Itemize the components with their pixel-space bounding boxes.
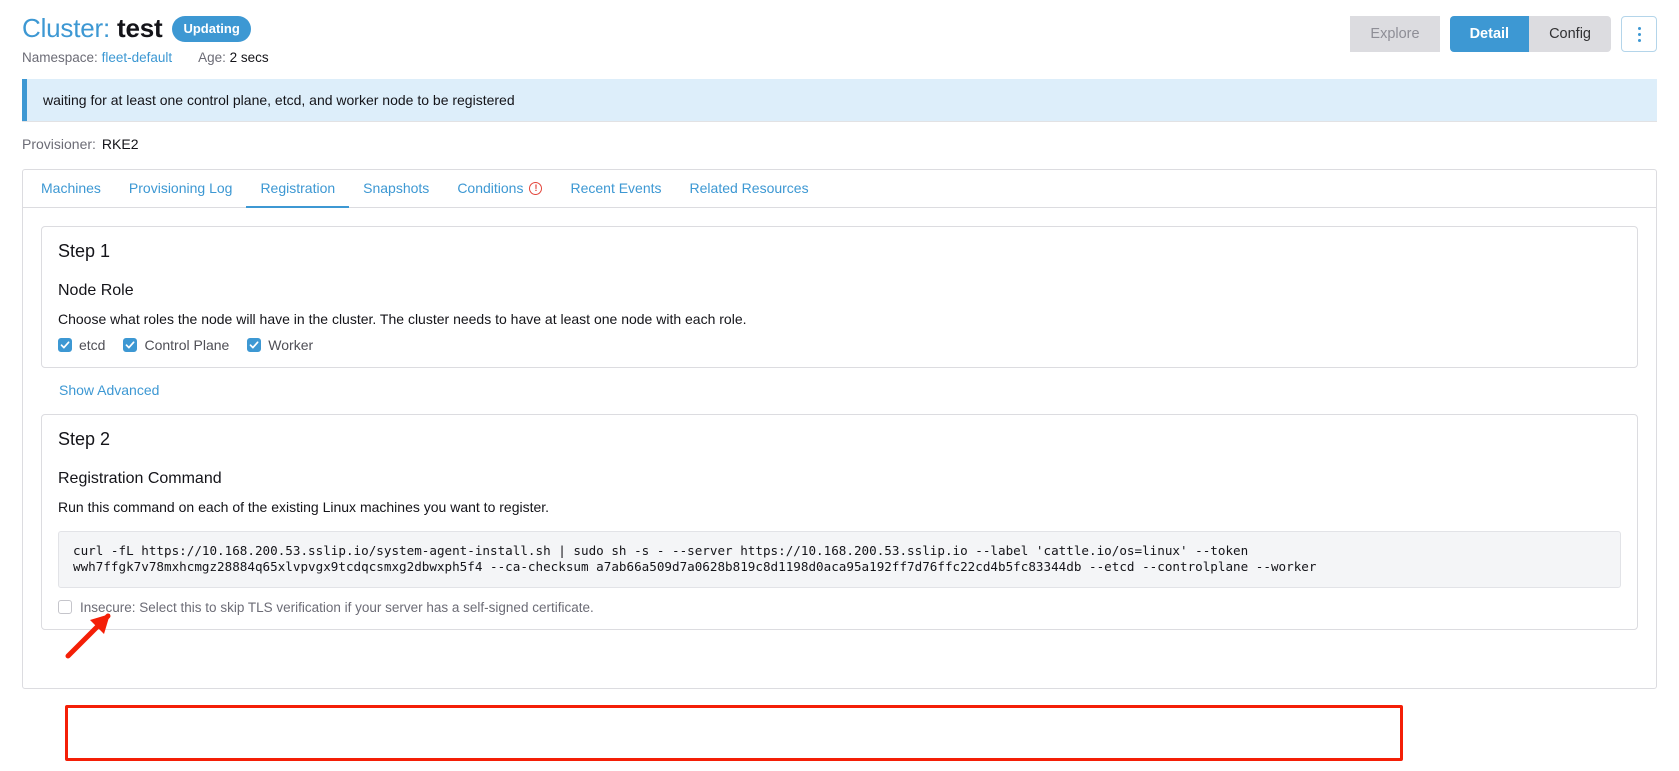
page-title: Cluster: test [22, 13, 163, 43]
namespace-link[interactable]: fleet-default [102, 50, 173, 65]
checkbox-insecure[interactable] [58, 600, 72, 615]
node-role-description: Choose what roles the node will have in … [58, 310, 747, 327]
age-value: 2 secs [229, 49, 269, 65]
step1-card: Step 1 Node Role Choose what roles the n… [41, 225, 1638, 368]
age-label: Age: [198, 49, 226, 65]
sidebar-item-machines[interactable]: Machines [27, 171, 115, 208]
sidebar-item-related-resources[interactable]: Related Resources [676, 171, 823, 208]
kebab-icon [1637, 26, 1641, 42]
checkbox-label: Worker [268, 336, 314, 353]
sidebar-item-registration[interactable]: Registration [246, 171, 350, 208]
more-actions-button[interactable] [1621, 16, 1657, 52]
checkmark-icon [247, 337, 262, 352]
step2-card: Step 2 Registration Command Run this com… [41, 413, 1638, 630]
node-role-checkbox-row: etcd Control Plane Worker [54, 337, 1625, 353]
status-badge: Updating [172, 16, 251, 43]
sidebar-item-snapshots[interactable]: Snapshots [349, 171, 443, 208]
page-masthead: Cluster: test Updating Namespace: fleet-… [0, 0, 1679, 65]
tab-label: Snapshots [363, 180, 430, 197]
provisioner-value: RKE2 [101, 135, 139, 152]
checkbox-label: Control Plane [144, 336, 230, 353]
step2-title: Step 2 [58, 428, 111, 449]
tab-strip: Machines Provisioning Log Registration S… [23, 170, 1656, 208]
tab-label: Registration [260, 180, 336, 197]
tab-label: Recent Events [570, 180, 662, 197]
checkbox-control-plane[interactable]: Control Plane [123, 337, 229, 353]
insecure-label: Insecure: Select this to skip TLS verifi… [80, 599, 594, 615]
show-advanced-link[interactable]: Show Advanced [59, 382, 159, 398]
tab-panel: Machines Provisioning Log Registration S… [22, 168, 1657, 761]
tab-label: Related Resources [689, 180, 809, 197]
sidebar-item-provisioning-log[interactable]: Provisioning Log [115, 171, 247, 208]
command-line-1: curl -fL https://10.168.200.53.sslip.io/… [73, 542, 1249, 558]
registration-command-box[interactable]: curl -fL https://10.168.200.53.sslip.io/… [58, 530, 1621, 588]
namespace-group: Namespace: fleet-default [22, 50, 172, 65]
sidebar-item-conditions[interactable]: Conditions ! [443, 171, 556, 208]
tab-label: Provisioning Log [128, 180, 233, 197]
registration-command-heading: Registration Command [58, 469, 222, 487]
tab-label: Conditions [457, 180, 524, 197]
checkmark-icon [123, 337, 138, 352]
command-highlight-annotation [65, 704, 1403, 761]
page-title-prefix: Cluster: [22, 13, 110, 43]
command-wrap: curl -fL https://10.168.200.53.sslip.io/… [54, 530, 1625, 588]
sidebar-item-recent-events[interactable]: Recent Events [556, 171, 675, 208]
tab-label: Machines [41, 180, 101, 197]
namespace-label: Namespace: [22, 49, 98, 65]
warning-icon: ! [529, 181, 543, 195]
provisioner-label: Provisioner: [22, 135, 96, 152]
insecure-row: Insecure: Select this to skip TLS verifi… [54, 600, 1625, 615]
node-role-heading: Node Role [58, 281, 134, 299]
checkmark-icon [58, 337, 72, 352]
registration-tab-body: Step 1 Node Role Choose what roles the n… [23, 208, 1656, 630]
checkbox-label: etcd [79, 336, 106, 353]
checkbox-worker[interactable]: Worker [247, 337, 313, 353]
explore-button[interactable]: Explore [1350, 16, 1440, 52]
registration-command-description: Run this command on each of the existing… [58, 498, 550, 515]
view-toggle-group: Detail Config [1449, 16, 1611, 52]
tab-detail[interactable]: Detail [1449, 16, 1530, 52]
age-group: Age: 2 secs [198, 50, 269, 65]
command-line-2: wwh7ffgk7v78mxhcmgz28884q65xlvpvgx9tcdqc… [73, 559, 1317, 575]
page-title-resource-name: test [117, 13, 163, 43]
status-banner: waiting for at least one control plane, … [22, 78, 1657, 121]
tab-config[interactable]: Config [1529, 16, 1611, 52]
step1-title: Step 1 [58, 240, 111, 261]
header-actions: Explore Detail Config [1350, 16, 1657, 52]
checkbox-etcd[interactable]: etcd [58, 337, 105, 353]
provisioner-strip: Provisioner: RKE2 [22, 120, 1657, 165]
cluster-detail-page: Cluster: test Updating Namespace: fleet-… [0, 0, 1679, 771]
